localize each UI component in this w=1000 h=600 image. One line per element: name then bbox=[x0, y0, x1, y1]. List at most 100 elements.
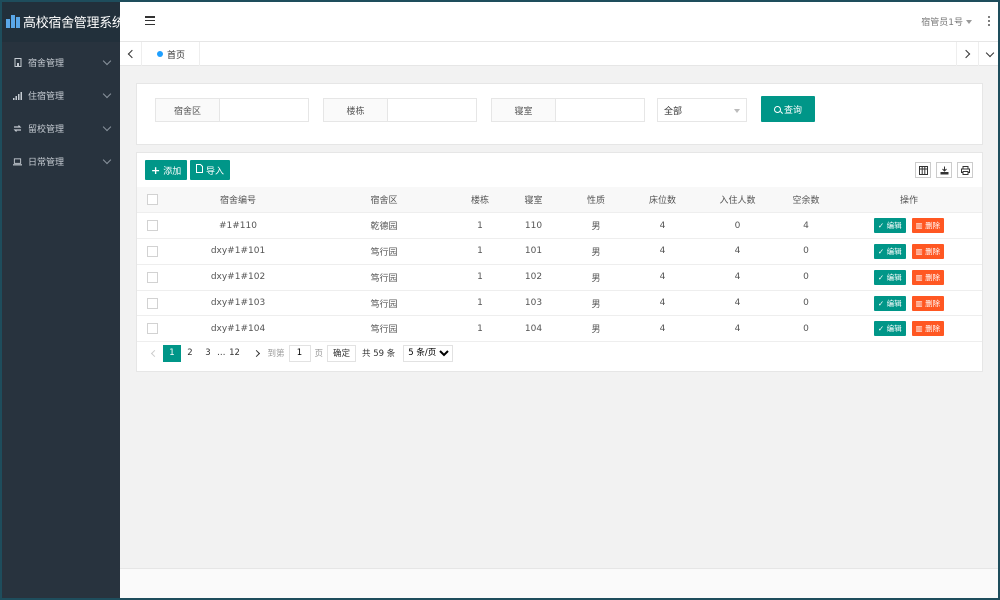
tabs-scroll-left-button[interactable] bbox=[120, 42, 142, 66]
select-all-checkbox[interactable] bbox=[146, 194, 158, 206]
edit-button[interactable]: ✓ 编辑 bbox=[873, 243, 906, 259]
delete-button[interactable]: ▥ 删除 bbox=[911, 295, 945, 311]
goto-page-input[interactable] bbox=[288, 344, 311, 362]
prev-page-button[interactable] bbox=[145, 345, 163, 362]
table-cell: 4 bbox=[776, 212, 836, 240]
search-button-label: 查询 bbox=[783, 105, 802, 116]
table-cell: 男 bbox=[566, 238, 626, 265]
tabs-bar: 首页 bbox=[120, 42, 1000, 66]
table-cell: 4 bbox=[626, 264, 699, 291]
delete-button[interactable]: ▥ 删除 bbox=[911, 218, 945, 234]
table-cell: dxy#1#103 bbox=[167, 290, 309, 317]
table-row: #1#110 乾德园 1 110 男 4 0 4 ✓ 编辑 ▥ 删除 bbox=[137, 212, 982, 240]
table-cell: 1 bbox=[459, 212, 501, 240]
sidebar-item-label: 住宿管理 bbox=[28, 92, 65, 102]
column-header: 入住人数 bbox=[699, 187, 776, 214]
tab-label: 首页 bbox=[167, 50, 186, 61]
goto-confirm-button[interactable]: 确定 bbox=[327, 344, 357, 362]
add-button[interactable]: + 添加 bbox=[145, 160, 188, 180]
row-checkbox[interactable] bbox=[146, 297, 158, 309]
table-cell: 1 bbox=[459, 238, 501, 265]
row-checkbox[interactable] bbox=[146, 220, 158, 232]
column-header: 寝室 bbox=[501, 187, 566, 214]
building-input[interactable] bbox=[388, 99, 476, 121]
document-icon bbox=[196, 164, 203, 176]
table-cell: 4 bbox=[626, 212, 699, 240]
column-header: 性质 bbox=[566, 187, 626, 214]
sidebar-item-label: 日常管理 bbox=[28, 158, 65, 168]
app-title: 高校宿舍管理系统 bbox=[23, 15, 125, 31]
table-cell: dxy#1#101 bbox=[167, 238, 309, 265]
next-page-button[interactable] bbox=[248, 345, 266, 362]
chevron-down-icon bbox=[102, 155, 112, 165]
row-checkbox[interactable] bbox=[146, 323, 158, 335]
sidebar-item-stay-management[interactable]: 住宿管理 bbox=[0, 79, 120, 112]
edit-button[interactable]: ✓ 编辑 bbox=[873, 321, 906, 337]
page-ellipsis: … bbox=[217, 348, 226, 358]
room-input[interactable] bbox=[556, 99, 644, 121]
table-cell: 男 bbox=[566, 315, 626, 343]
chevron-down-icon bbox=[102, 89, 112, 99]
menu-toggle-icon[interactable] bbox=[145, 16, 155, 25]
table-cell: #1#110 bbox=[167, 212, 309, 240]
table-cell: 0 bbox=[776, 315, 836, 343]
tab-home[interactable]: 首页 bbox=[149, 42, 201, 66]
field-label: 宿舍区 bbox=[156, 99, 220, 121]
page-button[interactable]: 1 bbox=[163, 344, 181, 362]
page-size-select[interactable]: 5 条/页 bbox=[403, 344, 454, 362]
table-row: dxy#1#103 笃行园 1 103 男 4 4 0 ✓ 编辑 ▥ 删除 bbox=[137, 290, 982, 317]
sidebar-item-dorm-management[interactable]: 宿舍管理 bbox=[0, 46, 120, 79]
search-button[interactable]: 查询 bbox=[761, 96, 815, 122]
row-checkbox[interactable] bbox=[146, 245, 158, 257]
table-cell: 0 bbox=[776, 264, 836, 291]
row-checkbox[interactable] bbox=[146, 271, 158, 283]
chevron-right-icon bbox=[961, 49, 971, 59]
table-cell: 0 bbox=[776, 290, 836, 317]
columns-filter-icon[interactable] bbox=[915, 162, 931, 178]
table-cell: 4 bbox=[699, 264, 776, 291]
table-cell: 101 bbox=[501, 238, 566, 265]
tabs-dropdown-button[interactable] bbox=[978, 42, 1000, 66]
column-header: 床位数 bbox=[626, 187, 699, 214]
page-button[interactable]: 3 bbox=[199, 345, 217, 362]
column-header: 操作 bbox=[836, 187, 982, 214]
search-icon bbox=[773, 105, 781, 113]
building-field: 楼栋 bbox=[323, 98, 477, 122]
table-cell: 男 bbox=[566, 212, 626, 240]
tabs-scroll-right-button[interactable] bbox=[956, 42, 978, 66]
import-button[interactable]: 导入 bbox=[190, 160, 231, 180]
chevron-down-icon bbox=[985, 48, 994, 57]
export-icon[interactable] bbox=[936, 162, 952, 178]
total-count: 共 59 条 bbox=[362, 349, 396, 359]
delete-button[interactable]: ▥ 删除 bbox=[911, 269, 945, 285]
delete-button[interactable]: ▥ 删除 bbox=[911, 243, 945, 259]
sidebar-item-label: 留校管理 bbox=[28, 125, 65, 135]
gender-select[interactable]: 全部 bbox=[657, 98, 747, 122]
table-cell: 乾德园 bbox=[309, 212, 459, 240]
column-header: 宿舍区 bbox=[309, 187, 459, 214]
table-cell: 4 bbox=[626, 315, 699, 343]
dorm-area-field: 宿舍区 bbox=[155, 98, 309, 122]
active-dot-icon bbox=[157, 51, 163, 57]
page-button[interactable]: 12 bbox=[226, 345, 244, 362]
page-button[interactable]: 2 bbox=[181, 345, 199, 362]
room-field: 寝室 bbox=[491, 98, 645, 122]
table-cell: 103 bbox=[501, 290, 566, 317]
dorm-area-input[interactable] bbox=[220, 99, 308, 121]
edit-button[interactable]: ✓ 编辑 bbox=[873, 295, 906, 311]
edit-button[interactable]: ✓ 编辑 bbox=[873, 218, 906, 234]
sidebar-item-holiday-stay[interactable]: 留校管理 bbox=[0, 112, 120, 145]
column-header: 楼栋 bbox=[459, 187, 501, 214]
table-cell: 110 bbox=[501, 212, 566, 240]
more-vertical-icon[interactable] bbox=[988, 16, 991, 26]
print-icon[interactable] bbox=[957, 162, 973, 178]
user-menu[interactable]: 宿管员1号 bbox=[921, 15, 972, 28]
table-cell: 笃行园 bbox=[309, 238, 459, 265]
table-cell: 4 bbox=[626, 290, 699, 317]
goto-label: 到第 bbox=[267, 349, 285, 359]
sidebar-item-daily-management[interactable]: 日常管理 bbox=[0, 145, 120, 178]
table-cell: 4 bbox=[699, 290, 776, 317]
edit-button[interactable]: ✓ 编辑 bbox=[873, 269, 906, 285]
column-header: 宿舍编号 bbox=[167, 187, 309, 214]
delete-button[interactable]: ▥ 删除 bbox=[911, 321, 945, 337]
